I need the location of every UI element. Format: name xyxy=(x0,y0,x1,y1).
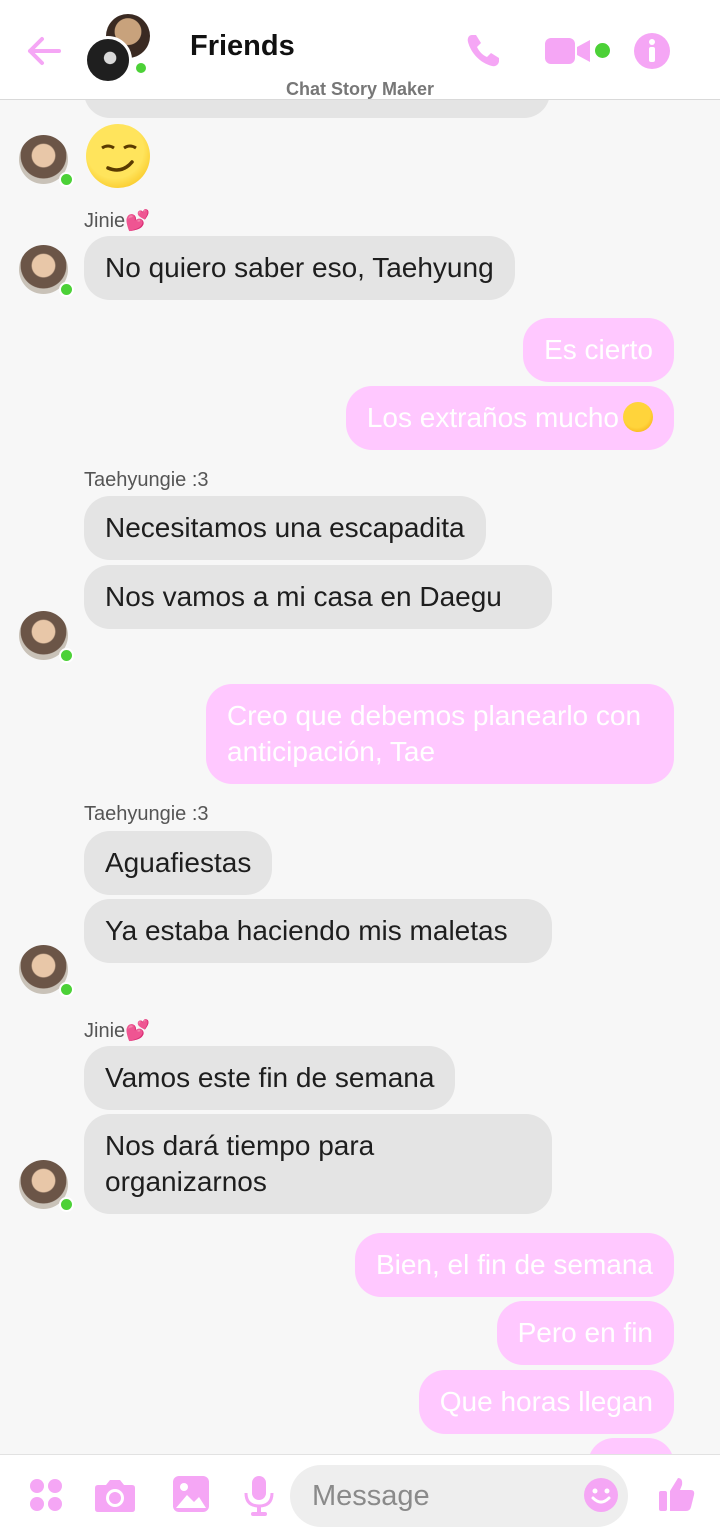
sender-name: Taehyungie :3 xyxy=(84,469,209,491)
online-indicator xyxy=(59,282,74,297)
sender-name: Taehyungie :3 xyxy=(84,803,209,825)
group-avatar[interactable] xyxy=(84,14,156,84)
online-indicator xyxy=(59,648,74,663)
thumbs-up-icon[interactable] xyxy=(658,1475,696,1513)
chat-header: Friends Chat Story Maker xyxy=(0,0,720,100)
image-icon[interactable] xyxy=(172,1475,210,1513)
sender-name: Jinie💕 xyxy=(84,210,151,232)
smirk-icon xyxy=(101,144,137,172)
message-bubble: Bien, el fin de semana xyxy=(354,1233,674,1297)
online-indicator xyxy=(595,43,610,58)
avatar xyxy=(19,135,74,187)
sender-name: Jinie💕 xyxy=(84,1020,151,1042)
message-text: Los extraños mucho xyxy=(366,402,619,433)
message-bubble: Que horas llegan xyxy=(418,1370,674,1434)
chat-title[interactable]: Friends xyxy=(190,30,295,63)
message-bubble: Creo que debemos planearlo con anticipac… xyxy=(206,684,674,784)
message-bubble: Ya estaba haciendo mis maletas xyxy=(84,899,552,963)
message-bubble: Nos vamos a mi casa en Daegu xyxy=(84,565,552,629)
smirking-face-emoji xyxy=(86,124,150,188)
grid-icon[interactable] xyxy=(28,1477,64,1513)
avatar xyxy=(84,36,132,84)
tired-face-emoji xyxy=(623,402,653,432)
message-bubble: Aguafiestas xyxy=(84,831,273,895)
avatar xyxy=(19,245,74,297)
online-indicator xyxy=(59,1197,74,1212)
mic-icon[interactable] xyxy=(243,1475,275,1517)
message-bubble: No quiero saber eso, Taehyung xyxy=(84,236,515,300)
watermark: Chat Story Maker xyxy=(285,79,435,99)
message-list[interactable]: Jinie💕 No quiero saber eso, Taehyung Es … xyxy=(0,100,720,1454)
info-icon[interactable] xyxy=(633,32,671,70)
video-icon[interactable] xyxy=(544,36,592,66)
avatar xyxy=(19,611,74,663)
online-indicator xyxy=(59,982,74,997)
message-bubble: Pero en fin xyxy=(496,1301,674,1365)
composer-bar: Message xyxy=(0,1454,720,1534)
online-indicator xyxy=(133,60,149,76)
message-bubble: Vamos este fin de semana xyxy=(84,1046,456,1110)
avatar xyxy=(19,1160,74,1212)
message-bubble: Necesitamos una escapadita xyxy=(84,496,486,560)
back-arrow-icon[interactable] xyxy=(26,36,62,66)
message-bubble xyxy=(84,100,550,118)
message-bubble xyxy=(588,1438,674,1454)
phone-icon[interactable] xyxy=(464,32,502,70)
online-indicator xyxy=(59,172,74,187)
message-bubble: Nos dará tiempo para organizarnos xyxy=(84,1114,552,1214)
smile-icon[interactable] xyxy=(583,1477,619,1513)
message-bubble: Es cierto xyxy=(523,318,674,382)
camera-icon[interactable] xyxy=(94,1477,136,1513)
avatar xyxy=(19,945,74,997)
message-input[interactable]: Message xyxy=(290,1465,628,1527)
message-bubble: Los extraños mucho xyxy=(345,386,674,450)
